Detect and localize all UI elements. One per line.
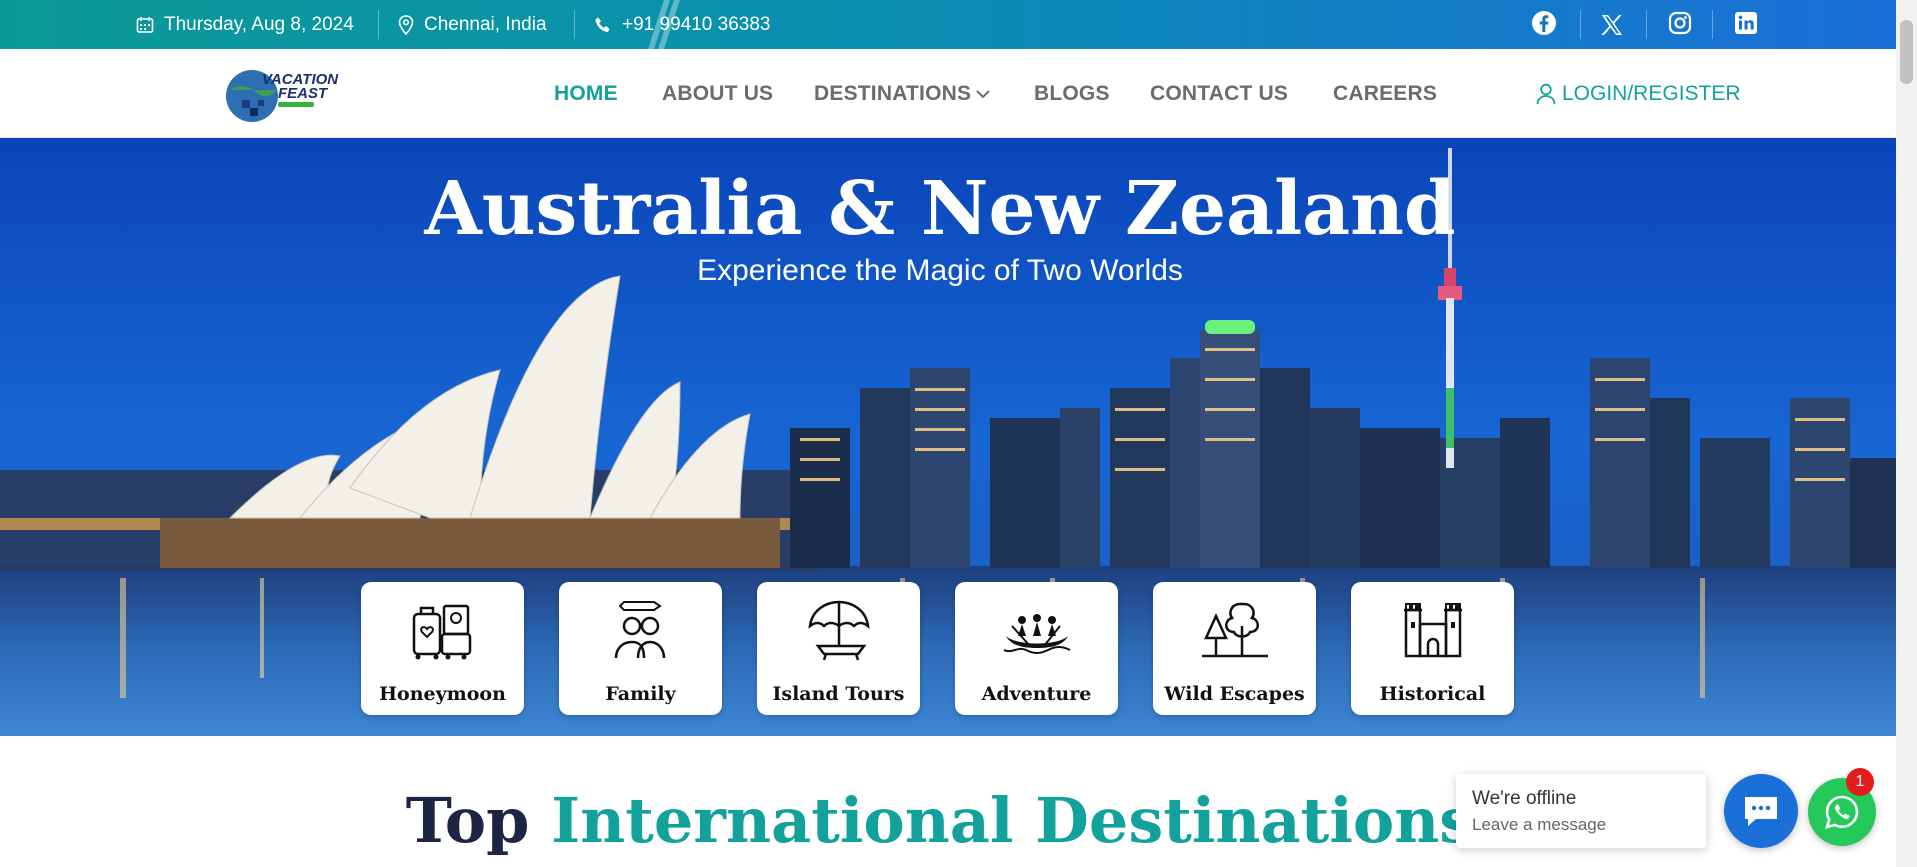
trees-icon <box>1201 602 1268 658</box>
instagram-icon[interactable] <box>1665 8 1695 38</box>
section-title-part-1: Top <box>405 784 530 857</box>
x-icon[interactable] <box>1597 10 1627 40</box>
nav-destinations[interactable]: DESTINATIONS <box>814 49 991 138</box>
divider <box>1580 10 1581 39</box>
category-card-wild-escapes[interactable]: Wild Escapes <box>1153 582 1316 715</box>
hero-subtitle: Experience the Magic of Two Worlds <box>697 254 1183 287</box>
login-register-link[interactable]: LOGIN/REGISTER <box>1536 49 1741 138</box>
nav-careers[interactable]: CAREERS <box>1333 49 1437 138</box>
location-text: Chennai, India <box>424 13 547 35</box>
nav-about-us[interactable]: ABOUT US <box>662 49 773 138</box>
site-logo[interactable]: VACATION FEAST <box>220 62 340 126</box>
category-card-family[interactable]: Family <box>559 582 722 715</box>
category-card-honeymoon[interactable]: Honeymoon <box>361 582 524 715</box>
page-scrollbar[interactable] <box>1896 0 1917 867</box>
live-chat-button[interactable] <box>1724 774 1798 848</box>
category-label: Family <box>605 683 676 705</box>
facebook-icon[interactable] <box>1529 8 1559 38</box>
divider <box>378 10 379 39</box>
chat-bubble-icon <box>1745 797 1777 826</box>
divider <box>574 10 575 39</box>
beach-umbrella-icon <box>807 600 870 661</box>
user-icon <box>1536 83 1556 104</box>
family-icon <box>614 601 665 659</box>
scrollbar-thumb[interactable] <box>1900 20 1913 84</box>
nav-destinations-label: DESTINATIONS <box>814 81 972 105</box>
nav-home[interactable]: HOME <box>554 49 618 138</box>
chat-prompt: Leave a message <box>1472 815 1607 834</box>
top-info-bar: Thursday, Aug 8, 2024 Chennai, India +91… <box>0 0 1896 49</box>
castle-icon <box>1403 603 1462 658</box>
category-card-adventure[interactable]: Adventure <box>955 582 1118 715</box>
chat-offline-popup[interactable]: We're offline Leave a message <box>1456 774 1706 848</box>
date-text: Thursday, Aug 8, 2024 <box>164 13 354 35</box>
logo-text: FEAST <box>278 85 329 102</box>
map-pin-icon <box>398 14 414 35</box>
divider <box>1712 10 1713 39</box>
nav-blogs[interactable]: BLOGS <box>1034 49 1110 138</box>
category-label: Historical <box>1379 683 1486 705</box>
hero-title: Australia & New Zealand <box>424 166 1456 252</box>
hero-banner: Australia & New Zealand Experience the M… <box>0 138 1896 736</box>
phone-text[interactable]: +91 99410 36383 <box>622 14 770 36</box>
category-label: Honeymoon <box>379 683 506 705</box>
phone-info[interactable]: +91 99410 36383 <box>594 0 770 49</box>
category-card-island-tours[interactable]: Island Tours <box>757 582 920 715</box>
notification-badge: 1 <box>1846 768 1874 796</box>
location-info: Chennai, India <box>398 0 547 49</box>
section-title-part-2: International Destinations <box>551 784 1475 857</box>
linkedin-icon[interactable] <box>1731 8 1761 38</box>
nav-contact-us[interactable]: CONTACT US <box>1150 49 1288 138</box>
chevron-down-icon <box>976 89 990 98</box>
category-label: Island Tours <box>772 683 905 705</box>
category-card-historical[interactable]: Historical <box>1351 582 1514 715</box>
whatsapp-icon <box>1825 795 1859 829</box>
rafting-icon <box>1003 614 1070 654</box>
login-register-label: LOGIN/REGISTER <box>1562 81 1741 105</box>
phone-icon <box>595 17 610 32</box>
calendar-icon <box>136 16 154 33</box>
luggage-icon <box>412 604 471 660</box>
chat-status: We're offline <box>1472 788 1577 809</box>
category-label: Wild Escapes <box>1164 683 1305 705</box>
category-label: Adventure <box>981 683 1092 705</box>
divider <box>1646 10 1647 39</box>
date-info: Thursday, Aug 8, 2024 <box>136 0 354 49</box>
